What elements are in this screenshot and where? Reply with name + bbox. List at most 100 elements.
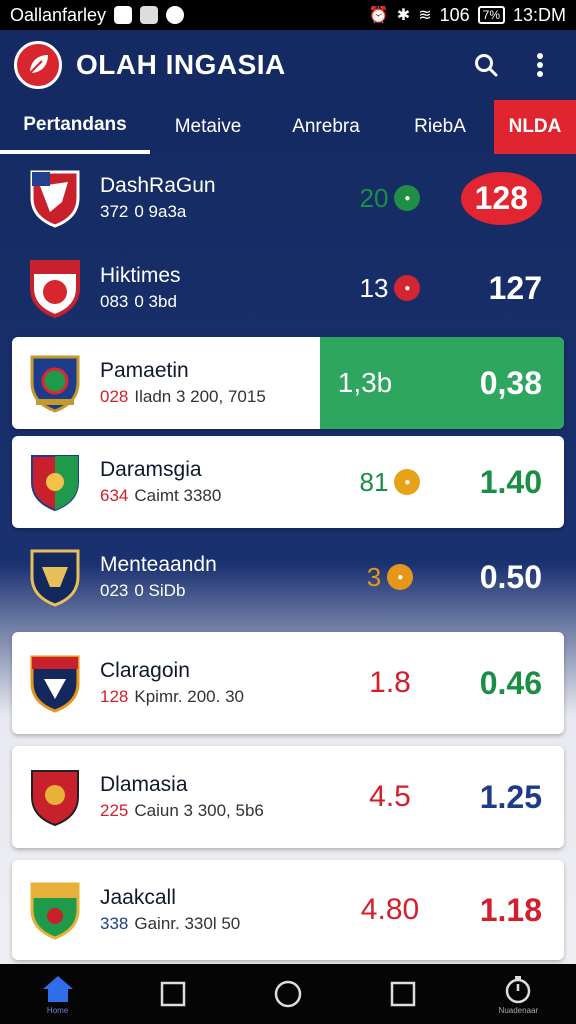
match-detail: 0 9a3a — [134, 202, 187, 221]
alarm-icon: ⏰ — [368, 7, 389, 24]
app-title: OLAH INGASIA — [76, 49, 286, 80]
team-crest-icon — [30, 655, 80, 713]
tab-metaive[interactable]: Metaive — [150, 100, 266, 154]
match-detail: Gainr. 330l 50 — [134, 914, 241, 933]
match-code: 225 — [100, 801, 129, 820]
app-bar: OLAH INGASIA — [0, 30, 576, 100]
home-odd-value: 4.5 — [369, 780, 411, 813]
home-odd[interactable]: 4.80 — [330, 893, 450, 927]
home-odd[interactable]: 20 ● — [330, 183, 450, 214]
clock: 13:DM — [512, 4, 566, 25]
away-odd[interactable]: 127 — [450, 270, 564, 307]
recents-icon — [390, 981, 416, 1007]
match-detail: Caiun 3 300, 5b6 — [134, 801, 264, 820]
away-odd-value: 128 — [460, 171, 542, 225]
overflow-menu-button[interactable] — [518, 43, 562, 87]
bet-chip-icon: ● — [387, 564, 414, 590]
wifi-icon: ≋ — [418, 7, 432, 24]
match-row[interactable]: Daramsgia 634 Caimt 3380 81 ● 1.40 — [12, 436, 564, 528]
away-odd[interactable]: 1.25 — [450, 779, 564, 816]
tab-pertandans[interactable]: Pertandans — [0, 100, 150, 154]
match-row[interactable]: Claragoin 128 Kpimr. 200. 30 1.8 0.46 — [12, 632, 564, 734]
circle-icon — [274, 980, 302, 1008]
nav-timer-button[interactable]: Nuadenaar — [488, 969, 548, 1019]
bottom-nav: Home Nuadenaar — [0, 964, 576, 1024]
gallery-icon — [140, 6, 159, 24]
away-odd-value: 1.40 — [479, 463, 542, 500]
away-odd[interactable]: 0.46 — [450, 665, 564, 702]
home-odd[interactable]: 1.8 — [330, 666, 450, 700]
app-logo — [14, 41, 62, 89]
nav-home-circle-button[interactable] — [258, 969, 318, 1019]
match-code: 083 — [100, 292, 129, 311]
match-row[interactable]: Menteaandn 023 0 SiDb 3 ● 0.50 — [12, 536, 564, 618]
match-detail: 0 3bd — [134, 292, 177, 311]
away-odd-value: 127 — [488, 269, 542, 306]
team-name: Dlamasia — [100, 773, 188, 796]
team-name: Pamaetin — [100, 359, 189, 382]
team-name: Menteaandn — [100, 553, 217, 576]
home-odd-value: 4.80 — [360, 893, 420, 926]
away-odd[interactable]: 0,38 — [410, 365, 564, 402]
home-odd-value: 20 — [359, 182, 389, 213]
match-row[interactable]: Dlamasia 225 Caiun 3 300, 5b6 4.5 1.25 — [12, 746, 564, 848]
match-code: 023 — [100, 581, 129, 600]
square-icon — [160, 981, 186, 1007]
match-detail: 0 SiDb — [134, 581, 186, 600]
home-odd-value: 3 — [366, 561, 382, 592]
odds-highlight: 1,3b 0,38 — [320, 337, 564, 429]
tab-rieba[interactable]: RiebA — [386, 100, 494, 154]
bluetooth-icon: ✱ — [396, 7, 411, 24]
match-detail: Kpimr. 200. 30 — [134, 687, 244, 706]
bet-chip-icon: ● — [394, 275, 421, 301]
match-code: 128 — [100, 687, 129, 706]
camera-icon — [114, 6, 133, 24]
away-odd-value: 0,38 — [479, 364, 542, 401]
team-name: Claragoin — [100, 659, 190, 682]
team-crest-icon — [30, 170, 80, 228]
leaf-icon — [29, 55, 48, 74]
stopwatch-icon — [506, 975, 531, 1003]
match-row[interactable]: Jaakcall 338 Gainr. 330l 50 4.80 1.18 — [12, 860, 564, 960]
team-crest-icon — [31, 455, 79, 512]
tab-live[interactable]: NLDA — [494, 100, 576, 154]
battery-icon: 7% — [477, 6, 505, 24]
away-odd[interactable]: 128 — [450, 171, 564, 225]
home-odd[interactable]: 1,3b — [320, 367, 410, 399]
match-detail: Iladn 3 200, 7015 — [134, 387, 266, 406]
home-odd-value: 1,3b — [337, 367, 393, 398]
home-odd[interactable]: 13 ● — [330, 273, 450, 304]
nav-home-caption: Home — [46, 1005, 69, 1015]
team-name: Hiktimes — [100, 264, 181, 287]
match-row-selected[interactable]: Pamaetin 028 Iladn 3 200, 7015 1,3b 0,38 — [12, 337, 564, 429]
nav-recents-button[interactable] — [373, 969, 433, 1019]
away-odd-value: 1.18 — [479, 891, 542, 928]
match-code: 338 — [100, 914, 129, 933]
search-button[interactable] — [464, 43, 508, 87]
team-crest-icon — [30, 882, 80, 940]
home-odd[interactable]: 81 ● — [330, 467, 450, 498]
bet-chip-icon: ● — [394, 469, 421, 495]
home-odd-value: 81 — [359, 466, 389, 497]
nav-home-button[interactable]: Home — [28, 969, 88, 1019]
home-odd[interactable]: 4.5 — [330, 780, 450, 814]
team-crest-icon — [30, 355, 80, 413]
team-name: Daramsgia — [100, 458, 202, 481]
match-detail: Caimt 3380 — [134, 486, 222, 505]
away-odd[interactable]: 1.18 — [450, 892, 564, 929]
away-odd[interactable]: 0.50 — [450, 559, 564, 596]
tab-anrebra[interactable]: Anrebra — [266, 100, 386, 154]
nav-square-button[interactable] — [143, 969, 203, 1019]
match-code: 634 — [100, 486, 129, 505]
home-odd[interactable]: 3 ● — [330, 562, 450, 593]
away-odd[interactable]: 1.40 — [450, 464, 564, 501]
carrier-name: Oallanfarley — [10, 4, 107, 25]
notification-icon — [166, 6, 185, 24]
match-row[interactable]: Hiktimes 083 0 3bd 13 ● 127 — [12, 248, 564, 328]
nav-timer-caption: Nuadenaar — [498, 1005, 539, 1015]
team-name: DashRaGun — [100, 174, 216, 197]
bet-chip-icon: ● — [394, 185, 421, 211]
match-code: 028 — [100, 387, 129, 406]
match-row[interactable]: DashRaGun 372 0 9a3a 20 ● 128 — [12, 158, 564, 238]
status-bar: Oallanfarley ⏰ ✱ ≋ 106 7% 13:DM — [0, 0, 576, 30]
